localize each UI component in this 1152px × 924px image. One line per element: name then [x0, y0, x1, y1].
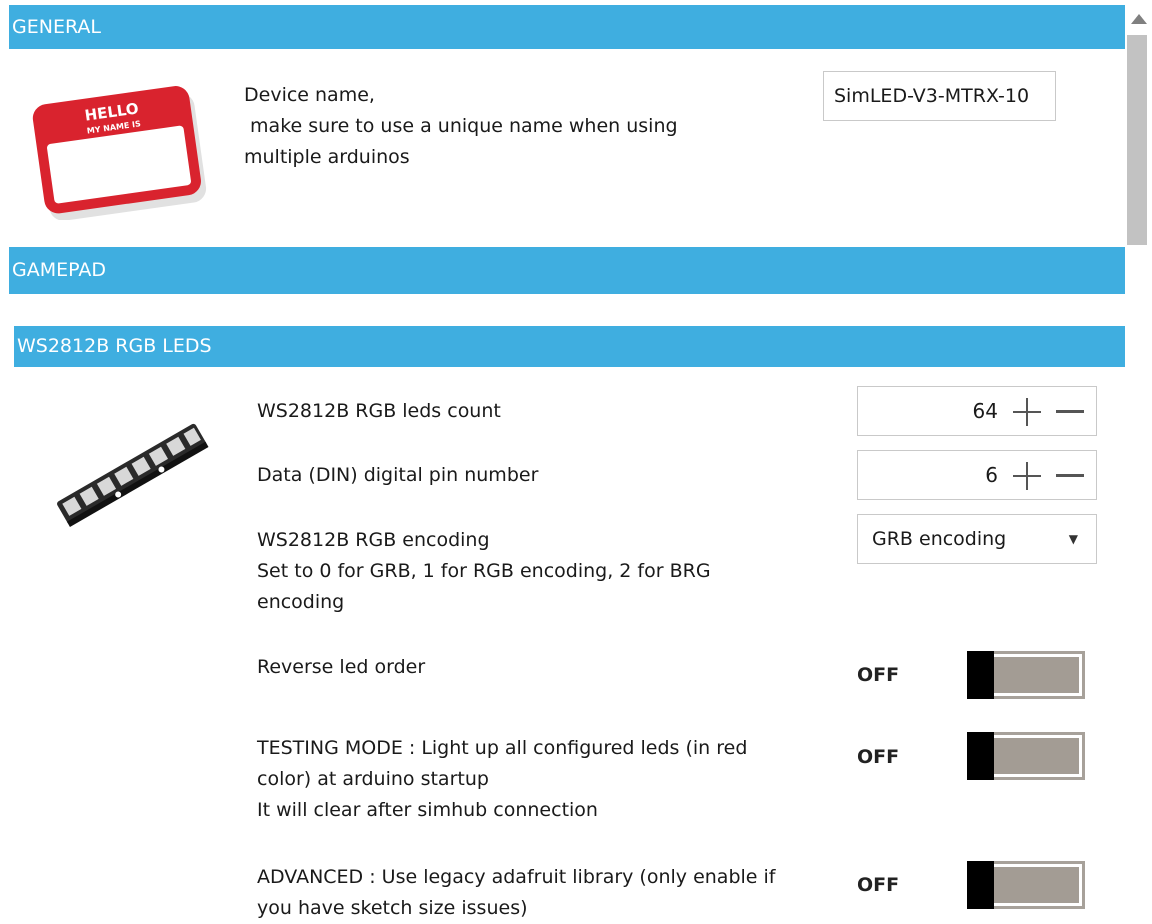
advanced-state-label: OFF — [857, 874, 900, 896]
section-header-ws2812b[interactable]: WS2812B RGB LEDS — [14, 326, 1125, 367]
led-strip-icon — [40, 410, 220, 540]
section-title-gamepad: GAMEPAD — [12, 259, 106, 281]
advanced-line2: you have sketch size issues) — [257, 897, 528, 919]
encoding-value: GRB encoding — [872, 528, 1007, 550]
testing-toggle[interactable] — [967, 732, 1085, 780]
leds-count-label: WS2812B RGB leds count — [257, 400, 501, 422]
section-title-general: GENERAL — [12, 15, 101, 38]
leds-count-value: 64 — [972, 399, 998, 423]
plus-icon[interactable] — [1013, 462, 1041, 490]
section-header-general[interactable]: GENERAL — [9, 5, 1125, 49]
scroll-up-icon[interactable] — [1131, 14, 1147, 24]
name-tag-sticker-icon: HELLO MY NAME IS — [30, 80, 215, 221]
device-name-line3: multiple arduinos — [244, 146, 410, 168]
reverse-state-label: OFF — [857, 664, 900, 686]
testing-line3: It will clear after simhub connection — [257, 799, 598, 821]
testing-state-label: OFF — [857, 746, 900, 768]
encoding-label: WS2812B RGB encoding Set to 0 for GRB, 1… — [257, 525, 817, 618]
din-pin-value: 6 — [985, 463, 998, 487]
minus-icon[interactable] — [1056, 474, 1084, 477]
testing-line1: TESTING MODE : Light up all configured l… — [257, 737, 748, 759]
advanced-label: ADVANCED : Use legacy adafruit library (… — [257, 862, 837, 924]
plus-icon[interactable] — [1013, 398, 1041, 426]
minus-icon[interactable] — [1056, 410, 1084, 413]
encoding-label-line2: Set to 0 for GRB, 1 for RGB encoding, 2 … — [257, 560, 711, 582]
leds-count-stepper[interactable]: 64 — [857, 386, 1097, 436]
device-name-line1: Device name, — [244, 84, 375, 106]
section-title-ws2812b: WS2812B RGB LEDS — [17, 335, 212, 357]
device-name-line2: make sure to use a unique name when usin… — [244, 115, 678, 137]
reverse-toggle[interactable] — [967, 651, 1085, 699]
vertical-scrollbar[interactable] — [1125, 0, 1152, 919]
toggle-knob — [967, 651, 994, 699]
advanced-line1: ADVANCED : Use legacy adafruit library (… — [257, 866, 776, 888]
advanced-toggle[interactable] — [967, 861, 1085, 909]
chevron-down-icon: ▼ — [1068, 532, 1078, 546]
toggle-knob — [967, 861, 994, 909]
section-header-gamepad[interactable]: GAMEPAD — [9, 247, 1125, 294]
device-name-value: SimLED-V3-MTRX-10 — [834, 85, 1030, 107]
device-name-field[interactable]: SimLED-V3-MTRX-10 — [823, 71, 1056, 121]
reverse-label: Reverse led order — [257, 656, 426, 678]
device-name-label: Device name, make sure to use a unique n… — [244, 80, 804, 173]
testing-line2: color) at arduino startup — [257, 768, 489, 790]
encoding-select[interactable]: GRB encoding ▼ — [857, 514, 1097, 564]
toggle-knob — [967, 732, 994, 780]
scroll-thumb[interactable] — [1127, 35, 1147, 245]
din-pin-stepper[interactable]: 6 — [857, 450, 1097, 500]
encoding-label-line3: encoding — [257, 591, 345, 613]
testing-label: TESTING MODE : Light up all configured l… — [257, 733, 837, 826]
encoding-label-line1: WS2812B RGB encoding — [257, 529, 490, 551]
din-pin-label: Data (DIN) digital pin number — [257, 464, 539, 486]
